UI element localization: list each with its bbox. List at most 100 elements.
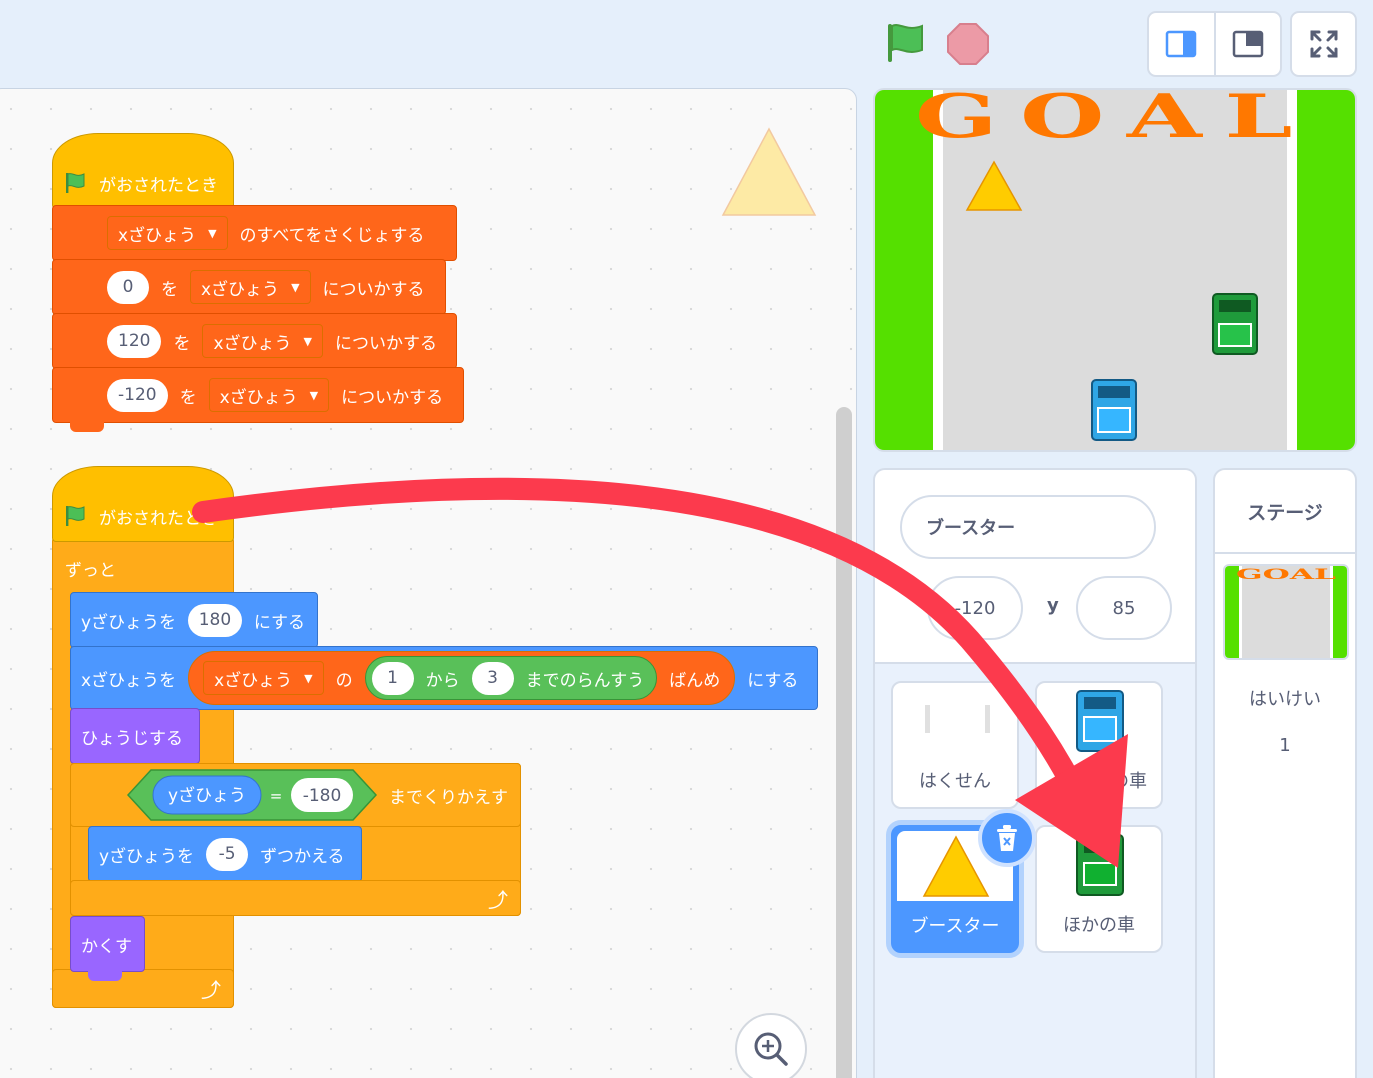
other-car-sprite[interactable] [1212,293,1258,355]
set-x-block[interactable]: xざひょうを xざひょう ▼ の 1 から 3 までのらんすう ばんめ にする [70,646,818,710]
sprite-thumbnail [1076,690,1124,752]
value-input[interactable]: 1 [371,661,414,695]
block-text: から [425,670,460,691]
stage-canvas[interactable]: GOAL [873,88,1357,452]
value-input[interactable]: -120 [107,378,168,412]
list-dropdown[interactable]: xざひょう ▼ [107,216,228,250]
block-text: までのらんすう [525,670,645,691]
change-y-block[interactable]: yざひょうを -5 ずつかえる [88,826,362,882]
forever-label: ずっと [65,561,116,581]
dropdown-caret-icon: ▼ [303,334,312,348]
sprite-name-field[interactable]: ブースター [900,495,1156,559]
loop-arrow-icon: ⤴ [201,978,221,1002]
value-input[interactable]: -5 [206,837,249,871]
green-flag-button[interactable] [882,20,928,66]
block-notch [88,971,122,981]
block-text: の [335,670,353,691]
sprite-tile-name: はくせん [919,771,991,792]
green-flag-icon [66,173,85,193]
large-stage-button[interactable] [1213,13,1281,75]
add-to-list-block-3[interactable]: -120 を xざひょう ▼ についかする [52,367,464,423]
when-flag-clicked-hat-2[interactable]: がおされたとき [52,466,234,542]
block-text: を [173,333,191,354]
list-dropdown[interactable]: xざひょう ▼ [203,661,324,695]
repeat-until-header: yざひょう = -180 までくりかえす [70,763,521,827]
add-to-list-block-2[interactable]: 120 を xざひょう ▼ についかする [52,313,457,369]
backdrops-count: 1 [1279,735,1291,756]
delete-all-of-list-block[interactable]: xざひょう ▼ のすべてをさくじょする [52,205,457,261]
sprite-tile-other-car[interactable]: ほかの車 [1035,825,1163,953]
block-text: までくりかえす [389,787,508,808]
stage-selector[interactable]: ステージ GOAL はいけい 1 [1213,468,1357,1078]
stage-layout-toggle [1147,11,1282,77]
green-flag-icon [888,24,923,62]
value-input[interactable]: 180 [188,603,242,637]
sprite-tile-name: ほかの車 [1063,915,1135,936]
zoom-in-button[interactable] [735,1013,807,1078]
goal-text: GOAL [1236,567,1336,583]
stop-icon [947,23,989,65]
backdrops-label: はいけい [1249,689,1321,710]
sprite-thumbnail [1076,834,1124,896]
green-flag-icon [66,506,85,526]
when-flag-clicked-hat-1[interactable]: がおされたとき [52,133,234,209]
block-text: yざひょうを [81,612,177,633]
block-text: xざひょうを [81,670,177,691]
block-text: にする [253,612,305,633]
sprite-x-field[interactable]: -120 [927,576,1023,640]
my-car-sprite[interactable] [1091,379,1137,441]
delete-sprite-button[interactable] [978,809,1036,867]
block-notch [70,422,104,432]
add-to-list-block-1[interactable]: 0 を xざひょう ▼ についかする [52,259,446,315]
block-text: ずつかえる [260,846,345,867]
block-text: のすべてをさくじょする [239,225,425,246]
block-text: についかする [341,387,444,408]
sprite-tile-my-car[interactable]: の車 [1035,681,1163,809]
block-text: についかする [322,279,425,300]
block-text: ばんめ [669,670,721,691]
loop-arrow-icon: ⤴ [488,887,508,912]
list-dropdown[interactable]: xざひょう ▼ [202,324,323,358]
equals-condition[interactable]: yざひょう = -180 [127,769,377,821]
block-text: を [161,279,178,300]
small-stage-button[interactable] [1149,13,1214,75]
list-dropdown[interactable]: xざひょう ▼ [208,378,330,412]
delete-icon [997,825,1017,851]
sprite-tile-name: の車 [1111,771,1147,792]
block-text: についかする [334,333,437,354]
dropdown-caret-icon: ▼ [309,388,319,402]
fullscreen-icon [1310,30,1337,58]
stage-scene: GOAL [875,90,1355,450]
sprite-info-panel: ブースター -120 y 85 [875,470,1195,664]
sprite-thumbnail [925,705,990,733]
item-of-list-reporter[interactable]: xざひょう ▼ の 1 から 3 までのらんすう ばんめ [188,651,736,705]
large-stage-icon [1232,30,1263,58]
hat-label: がおされたとき [99,508,218,529]
hide-block[interactable]: かくす [70,916,145,972]
sprite-tile-name: ブースター [910,916,1000,937]
value-input[interactable]: 3 [471,661,514,695]
show-block[interactable]: ひょうじする [70,708,200,764]
stop-button[interactable] [944,20,992,68]
block-text: を [179,387,197,408]
dropdown-caret-icon: ▼ [304,671,313,685]
forever-block-bottom-arm: ⤴ [52,969,234,1008]
sprite-tile-hakusen[interactable]: はくせん [891,681,1019,809]
set-y-block[interactable]: yざひょうを 180 にする [70,592,318,648]
small-stage-icon [1166,30,1197,58]
sprite-y-field[interactable]: 85 [1076,576,1172,640]
y-label: y [1047,595,1059,616]
repeat-until-bottom-arm: ⤴ [70,880,521,916]
hat-label: がおされたとき [99,175,218,196]
block-text: にする [747,670,799,691]
value-input[interactable]: 120 [107,324,162,358]
block-text: yざひょうを [99,846,195,867]
code-scrollbar[interactable] [836,407,852,1078]
dropdown-caret-icon: ▼ [208,226,217,240]
block-text: かくす [81,936,132,957]
random-reporter[interactable]: 1 から 3 までのらんすう [364,656,658,700]
value-input[interactable]: 0 [107,270,149,304]
fullscreen-button[interactable] [1290,11,1357,77]
value-input[interactable]: -180 [303,786,342,806]
list-dropdown[interactable]: xざひょう ▼ [190,270,311,304]
